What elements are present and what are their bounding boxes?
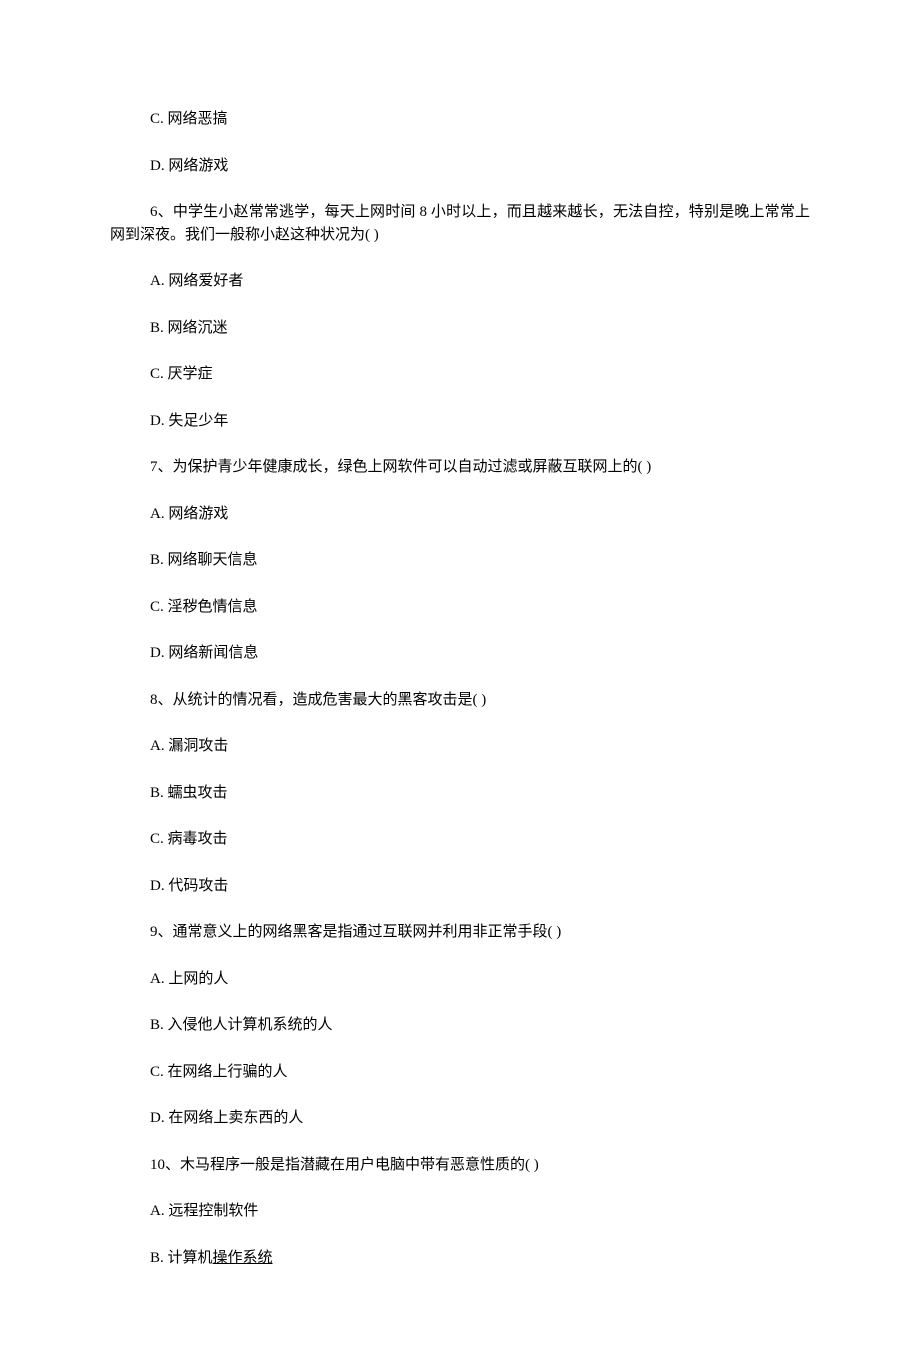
q6-option-a: A. 网络爱好者 bbox=[110, 270, 810, 293]
q10-b-prefix: B. 计算机 bbox=[150, 1250, 213, 1266]
q10-b-underline: 操作系统 bbox=[213, 1250, 273, 1266]
q10-option-b: B. 计算机操作系统 bbox=[110, 1247, 810, 1270]
q7-text: 7、为保护青少年健康成长，绿色上网软件可以自动过滤或屏蔽互联网上的( ) bbox=[110, 456, 810, 479]
q8-option-a: A. 漏洞攻击 bbox=[110, 735, 810, 758]
q6-option-d: D. 失足少年 bbox=[110, 410, 810, 433]
q9-option-d: D. 在网络上卖东西的人 bbox=[110, 1107, 810, 1130]
q7-option-c: C. 淫秽色情信息 bbox=[110, 596, 810, 619]
q8-option-b: B. 蠕虫攻击 bbox=[110, 782, 810, 805]
q9-option-c: C. 在网络上行骗的人 bbox=[110, 1061, 810, 1084]
q7-option-a: A. 网络游戏 bbox=[110, 503, 810, 526]
q9-text: 9、通常意义上的网络黑客是指通过互联网并利用非正常手段( ) bbox=[110, 921, 810, 944]
q7-option-b: B. 网络聊天信息 bbox=[110, 549, 810, 572]
document-page: C. 网络恶搞 D. 网络游戏 6、中学生小赵常常逃学，每天上网时间 8 小时以… bbox=[0, 0, 920, 1353]
q6-option-b: B. 网络沉迷 bbox=[110, 317, 810, 340]
q7-option-d: D. 网络新闻信息 bbox=[110, 642, 810, 665]
q5-option-c: C. 网络恶搞 bbox=[110, 108, 810, 131]
q10-text: 10、木马程序一般是指潜藏在用户电脑中带有恶意性质的( ) bbox=[110, 1154, 810, 1177]
q8-text: 8、从统计的情况看，造成危害最大的黑客攻击是( ) bbox=[110, 689, 810, 712]
q9-option-a: A. 上网的人 bbox=[110, 968, 810, 991]
q8-option-c: C. 病毒攻击 bbox=[110, 828, 810, 851]
q5-option-d: D. 网络游戏 bbox=[110, 155, 810, 178]
q9-option-b: B. 入侵他人计算机系统的人 bbox=[110, 1014, 810, 1037]
q10-option-a: A. 远程控制软件 bbox=[110, 1200, 810, 1223]
q6-text: 6、中学生小赵常常逃学，每天上网时间 8 小时以上，而且越来越长，无法自控，特别… bbox=[110, 201, 810, 246]
q6-option-c: C. 厌学症 bbox=[110, 363, 810, 386]
q8-option-d: D. 代码攻击 bbox=[110, 875, 810, 898]
